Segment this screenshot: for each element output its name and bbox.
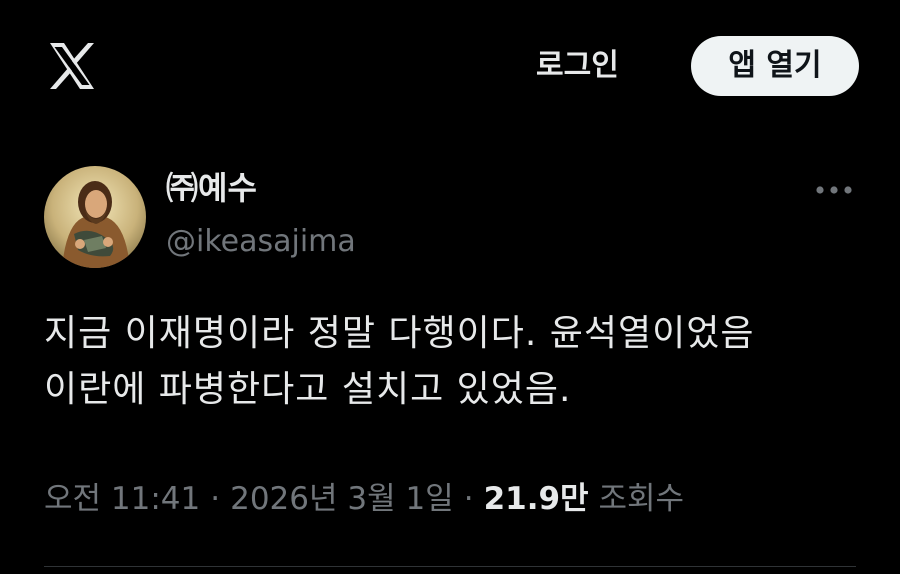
tweet-text-line: 지금 이재명이라 정말 다행이다. 윤석열이었음 <box>44 313 755 354</box>
avatar[interactable] <box>44 166 146 268</box>
login-button[interactable]: 로그인 <box>536 44 619 88</box>
divider <box>44 566 856 567</box>
top-bar: 로그인 앱 열기 <box>0 0 900 130</box>
open-app-button[interactable]: 앱 열기 <box>691 36 859 96</box>
tweet-text: 지금 이재명이라 정말 다행이다. 윤석열이었음 이란에 파병한다고 설치고 있… <box>44 306 874 418</box>
tweet-meta: 오전 11:41 · 2026년 3월 1일 · 21.9만 조회수 <box>44 474 684 524</box>
x-logo-icon[interactable] <box>44 38 100 94</box>
author-handle[interactable]: @ikeasajima <box>166 222 356 262</box>
tweet-date[interactable]: 2026년 3월 1일 <box>230 481 454 517</box>
separator-dot: · <box>210 481 221 517</box>
tweet-time[interactable]: 오전 11:41 <box>44 481 200 517</box>
tweet-text-line: 이란에 파병한다고 설치고 있었음. <box>44 369 572 410</box>
separator-dot: · <box>463 481 474 517</box>
views-count: 21.9만 <box>483 481 589 517</box>
more-icon[interactable] <box>808 172 860 208</box>
views-label: 조회수 <box>598 481 684 517</box>
author-display-name[interactable]: ㈜예수 <box>166 168 257 208</box>
